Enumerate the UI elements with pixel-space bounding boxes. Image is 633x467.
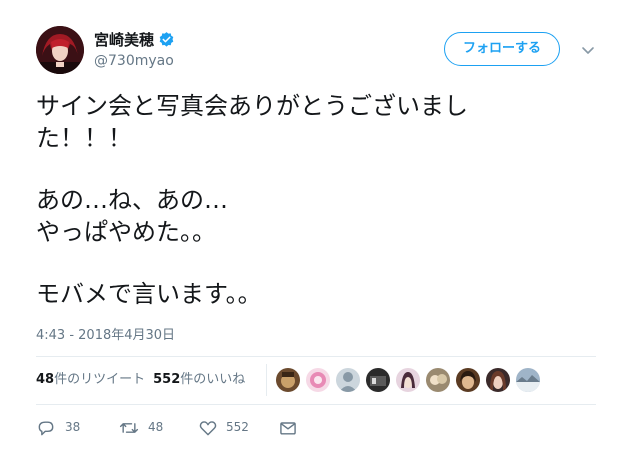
like-button[interactable]: 552 <box>198 416 278 438</box>
like-stat[interactable]: 552件のいいね <box>153 372 245 387</box>
heart-icon <box>199 421 217 436</box>
tweet-line: モバメで言います。。 <box>36 280 262 308</box>
envelope-icon <box>280 422 296 435</box>
liker-avatar-3[interactable] <box>336 368 360 392</box>
divider <box>36 404 596 405</box>
like-stat-label: 件のいいね <box>180 372 246 387</box>
stats-divider <box>266 364 267 396</box>
follow-button[interactable]: フォローする <box>444 32 560 66</box>
reply-button[interactable]: 38 <box>36 416 96 438</box>
tweet-text: サイン会と写真会ありがとうございまし た！！！ あの…ね、あの… やっぱやめた。… <box>36 90 596 310</box>
tweet-timestamp[interactable]: 4:43 - 2018年4月30日 <box>36 328 175 344</box>
display-name-text: 宮崎美穂 <box>94 31 155 49</box>
liker-avatar-9[interactable] <box>516 368 540 392</box>
direct-message-button[interactable] <box>278 416 302 438</box>
reply-icon <box>38 421 54 436</box>
retweet-stat[interactable]: 48件のリツイート <box>36 372 145 387</box>
user-avatar[interactable] <box>36 26 84 74</box>
tweet-line: やっぱやめた。。 <box>36 218 216 246</box>
liker-avatar-8[interactable] <box>486 368 510 392</box>
retweet-button[interactable]: 48 <box>118 416 188 438</box>
like-stat-count: 552 <box>153 372 181 387</box>
liker-avatar-7[interactable] <box>456 368 480 392</box>
liker-avatar-2[interactable] <box>306 368 330 392</box>
tweet-line: あの…ね、あの… <box>36 186 228 214</box>
tweet-line: サイン会と写真会ありがとうございまし <box>36 92 468 120</box>
liker-avatar-6[interactable] <box>426 368 450 392</box>
retweet-icon <box>119 423 139 433</box>
verified-badge-icon <box>158 31 175 48</box>
liker-avatar-5[interactable] <box>396 368 420 392</box>
liker-avatar-4[interactable] <box>366 368 390 392</box>
tweet-stats: 48件のリツイート 552件のいいね <box>36 372 245 388</box>
retweet-count: 48 <box>148 420 164 434</box>
user-handle[interactable]: @730myao <box>94 52 174 70</box>
chevron-down-icon[interactable] <box>580 42 596 58</box>
liker-avatar-1[interactable] <box>276 368 300 392</box>
tweet-card: 宮崎美穂 @730myao フォローする サイン会と写真会ありがとうございまし … <box>0 0 633 467</box>
display-name[interactable]: 宮崎美穂 <box>94 30 175 50</box>
like-count: 552 <box>226 420 249 434</box>
tweet-line: た！！！ <box>36 124 132 152</box>
retweet-stat-count: 48 <box>36 372 55 387</box>
retweet-stat-label: 件のリツイート <box>54 372 146 387</box>
reply-count: 38 <box>65 420 81 434</box>
divider <box>36 356 596 357</box>
